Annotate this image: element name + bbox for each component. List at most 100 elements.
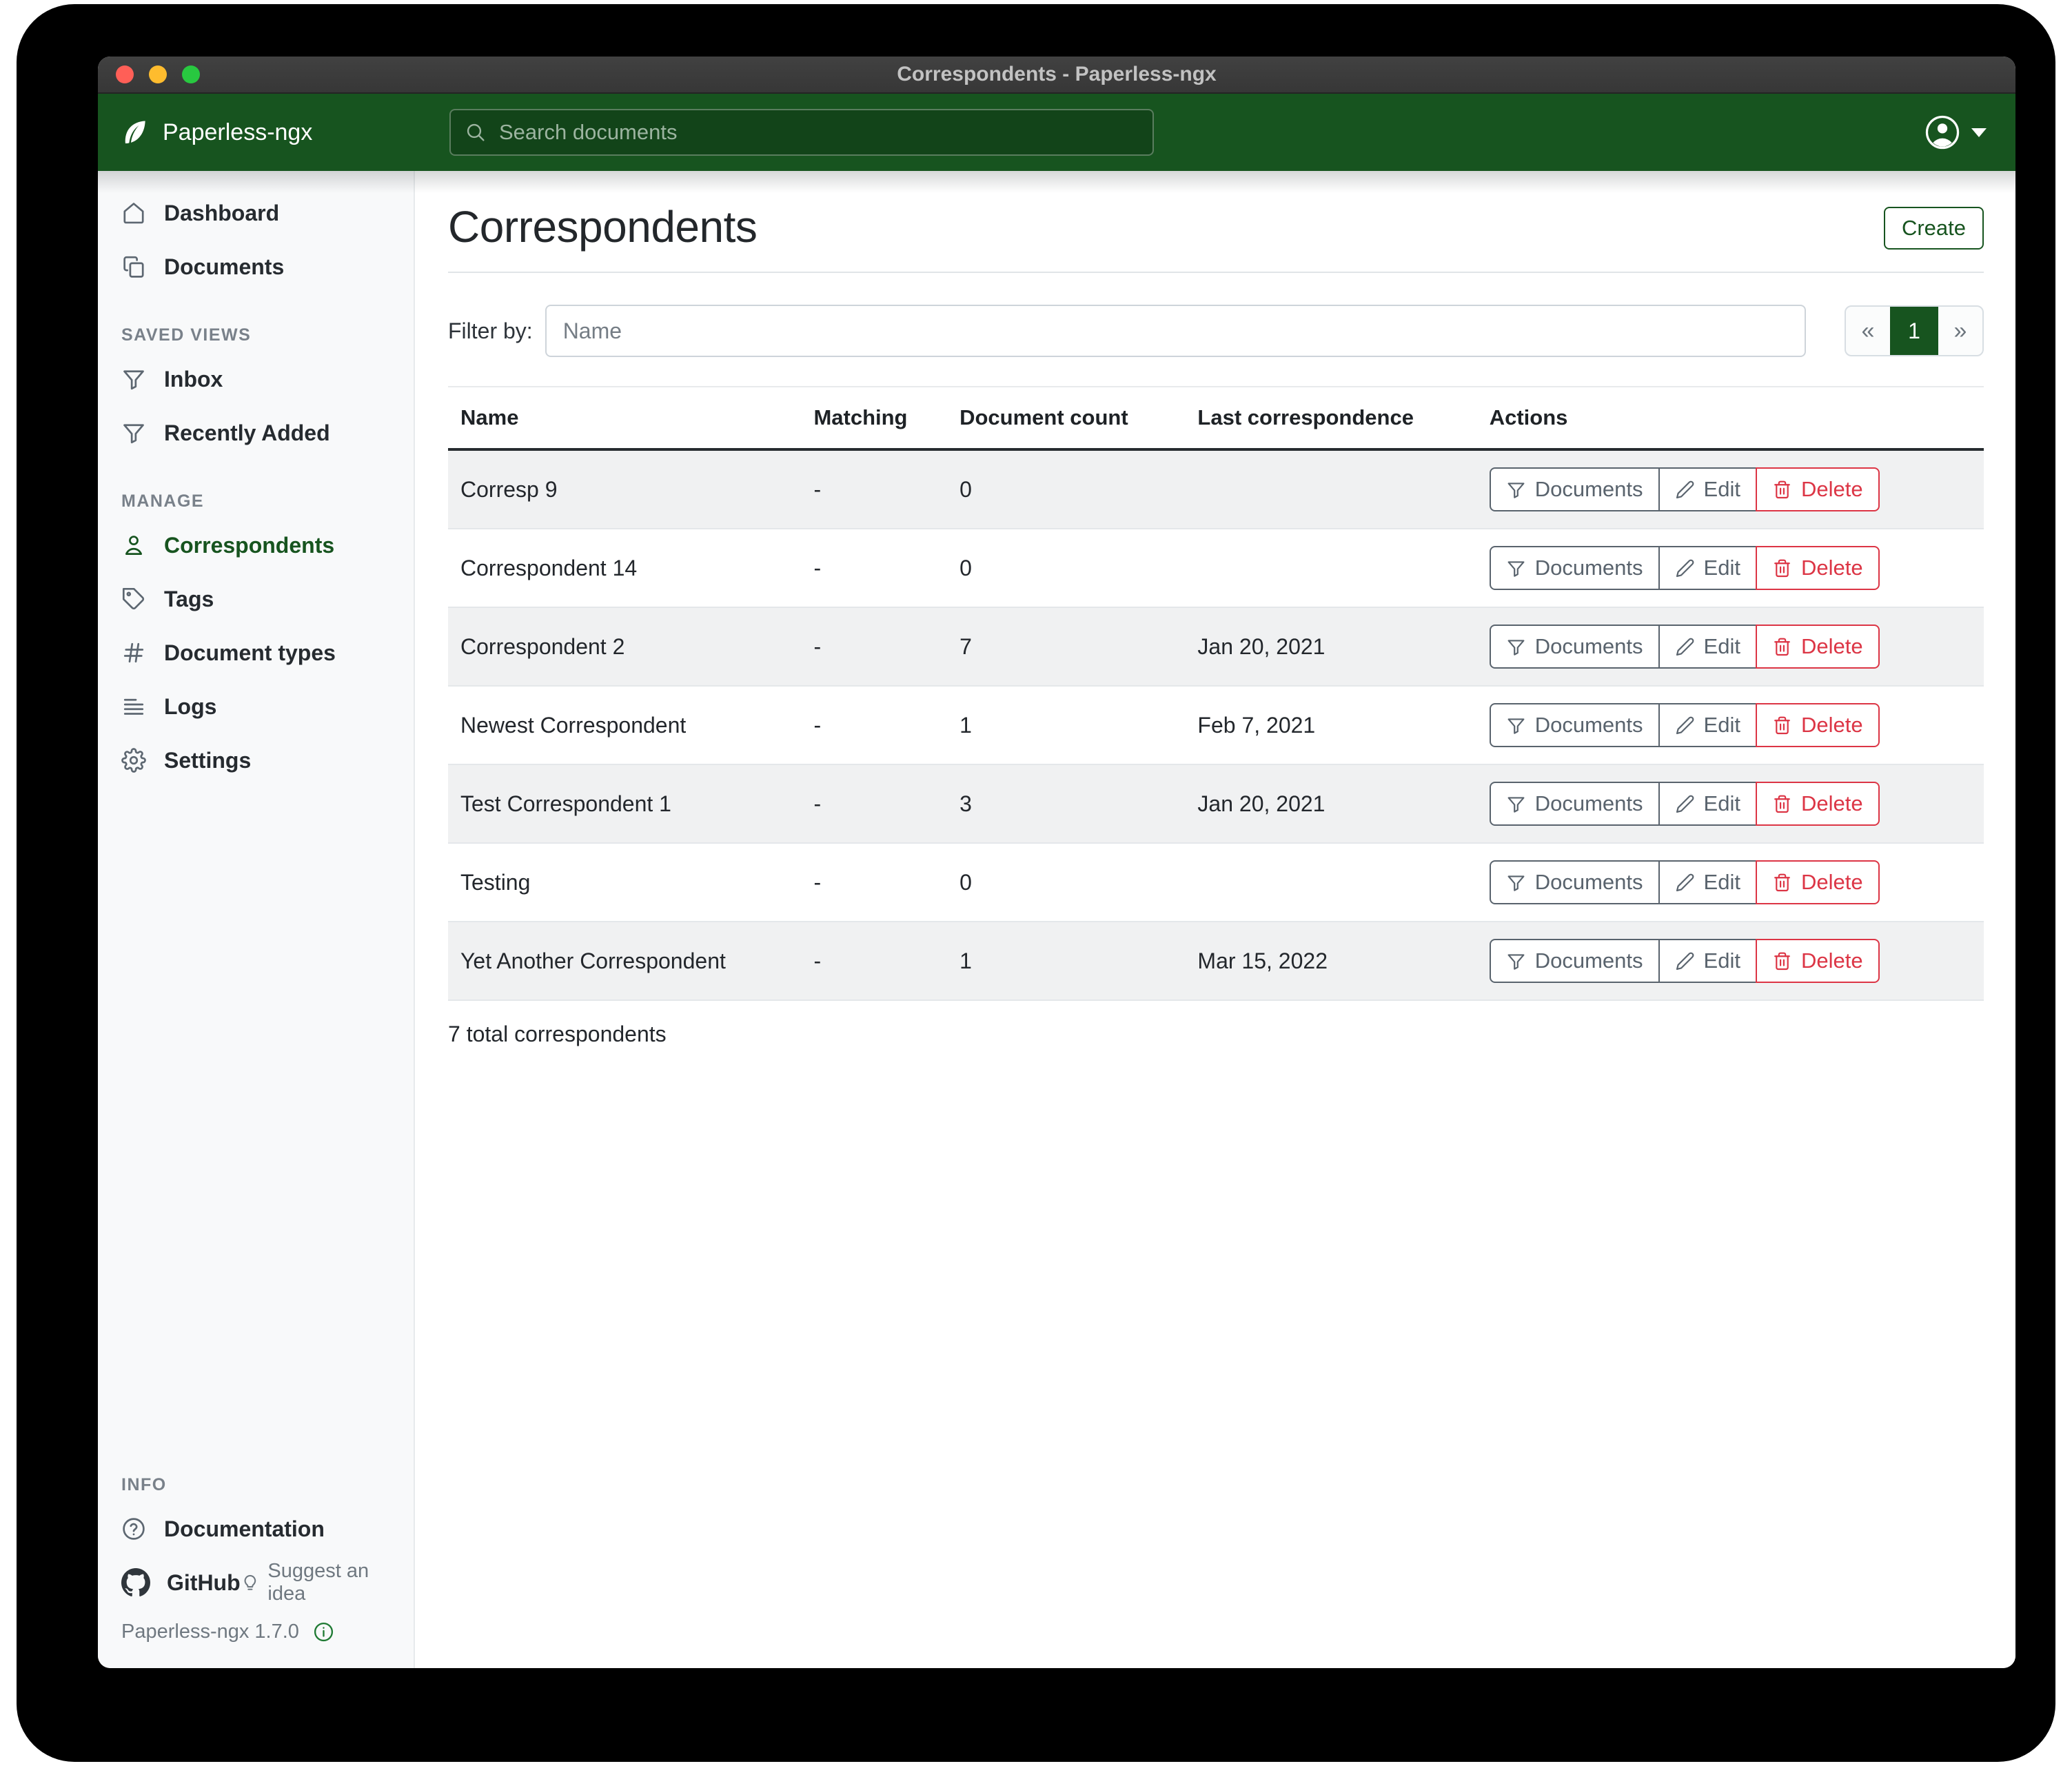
delete-button[interactable]: Delete [1756,782,1880,826]
sidebar-item-correspondents[interactable]: Correspondents [98,518,414,572]
device-frame: Correspondents - Paperless-ngx Paperless… [17,4,2055,1762]
total-count: 7 total correspondents [448,1022,1984,1047]
paperless-leaf-logo-icon [120,117,150,148]
correspondent-matching: - [801,449,947,529]
filter-by-label: Filter by: [448,318,533,344]
info-circle-icon[interactable] [313,1621,334,1643]
app-window: Correspondents - Paperless-ngx Paperless… [98,57,2015,1668]
github-row: GitHub Suggest an idea [98,1556,414,1610]
suggest-idea-link[interactable]: Suggest an idea [241,1560,397,1605]
correspondent-matching: - [801,764,947,843]
sidebar-item-documents[interactable]: Documents [98,240,414,294]
trash-icon [1772,637,1792,657]
sidebar-item-label: Documents [164,254,284,280]
home-icon [121,201,146,225]
edit-button[interactable]: Edit [1658,546,1757,590]
sidebar-item-tags[interactable]: Tags [98,572,414,626]
correspondent-name: Testing [448,843,801,922]
table-row: Yet Another Correspondent - 1 Mar 15, 20… [448,922,1984,1000]
brand[interactable]: Paperless-ngx [98,117,416,148]
table-row: Correspondent 2 - 7 Jan 20, 2021 Documen… [448,607,1984,686]
edit-button[interactable]: Edit [1658,625,1757,669]
pencil-icon [1675,951,1695,971]
sidebar-item-github[interactable]: GitHub [121,1568,241,1597]
correspondent-last-correspondence: Feb 7, 2021 [1185,686,1476,764]
filter-row: Filter by: « 1 » [448,305,1984,357]
trash-icon [1772,480,1792,500]
titlebar: Correspondents - Paperless-ngx [98,57,2015,94]
sidebar-item-settings[interactable]: Settings [98,733,414,787]
correspondent-name: Corresp 9 [448,449,801,529]
edit-button[interactable]: Edit [1658,939,1757,983]
search-input[interactable] [498,119,1139,145]
documents-button[interactable]: Documents [1490,546,1660,590]
github-icon [121,1568,150,1597]
table-body: Corresp 9 - 0 Documents Edit Delete Cor [448,449,1984,1000]
funnel-icon [121,367,146,392]
row-actions: Documents Edit Delete [1490,546,1880,590]
documents-button[interactable]: Documents [1490,939,1660,983]
column-header-document-count: Document count [947,387,1185,449]
row-actions: Documents Edit Delete [1490,860,1880,904]
user-menu[interactable] [1924,114,1987,150]
funnel-icon [121,420,146,445]
delete-button[interactable]: Delete [1756,625,1880,669]
delete-button[interactable]: Delete [1756,703,1880,747]
edit-button[interactable]: Edit [1658,703,1757,747]
correspondent-last-correspondence [1185,449,1476,529]
sidebar-item-label: Document types [164,640,336,666]
pagination-prev-button[interactable]: « [1846,307,1890,355]
delete-button[interactable]: Delete [1756,546,1880,590]
sidebar-item-inbox[interactable]: Inbox [98,352,414,406]
delete-button[interactable]: Delete [1756,467,1880,511]
trash-icon [1772,794,1792,814]
correspondent-name: Correspondent 14 [448,529,801,607]
documents-button[interactable]: Documents [1490,860,1660,904]
user-avatar-icon [1924,114,1960,150]
zoom-window-button[interactable] [182,65,200,83]
name-filter-input[interactable] [545,305,1806,357]
column-header-matching: Matching [801,387,947,449]
trash-icon [1772,951,1792,971]
tag-icon [121,587,146,611]
correspondent-last-correspondence: Mar 15, 2022 [1185,922,1476,1000]
documents-button[interactable]: Documents [1490,782,1660,826]
pagination: « 1 » [1845,305,1984,356]
documents-button[interactable]: Documents [1490,625,1660,669]
section-header-info: INFO [121,1475,414,1495]
edit-button[interactable]: Edit [1658,782,1757,826]
pagination-page-1[interactable]: 1 [1890,307,1938,355]
correspondent-document-count: 3 [947,764,1185,843]
correspondent-name: Correspondent 2 [448,607,801,686]
pagination-next-button[interactable]: » [1938,307,1982,355]
trash-icon [1772,558,1792,578]
table-row: Correspondent 14 - 0 Documents Edit Dele… [448,529,1984,607]
edit-button[interactable]: Edit [1658,467,1757,511]
documents-button[interactable]: Documents [1490,467,1660,511]
delete-button[interactable]: Delete [1756,860,1880,904]
delete-button[interactable]: Delete [1756,939,1880,983]
app-navbar: Paperless-ngx [98,94,2015,171]
search-icon [465,121,487,143]
section-header-saved-views: SAVED VIEWS [121,325,414,345]
row-actions: Documents Edit Delete [1490,703,1880,747]
trash-icon [1772,873,1792,893]
gear-icon [121,748,146,773]
help-circle-icon [121,1516,146,1541]
window-title: Correspondents - Paperless-ngx [98,63,2015,86]
minimize-window-button[interactable] [149,65,167,83]
edit-button[interactable]: Edit [1658,860,1757,904]
correspondent-document-count: 0 [947,449,1185,529]
sidebar-item-dashboard[interactable]: Dashboard [98,186,414,240]
documents-button[interactable]: Documents [1490,703,1660,747]
sidebar-item-documentation[interactable]: Documentation [98,1502,414,1556]
sidebar-item-logs[interactable]: Logs [98,680,414,733]
sidebar-item-recently-added[interactable]: Recently Added [98,406,414,460]
funnel-icon [1506,715,1526,735]
sidebar-item-document-types[interactable]: Document types [98,626,414,680]
sidebar: Dashboard Documents SAVED VIEWS Inbox Re… [98,171,415,1668]
close-window-button[interactable] [116,65,134,83]
row-actions: Documents Edit Delete [1490,467,1880,511]
sidebar-item-label: Settings [164,748,251,773]
create-button[interactable]: Create [1884,207,1984,250]
